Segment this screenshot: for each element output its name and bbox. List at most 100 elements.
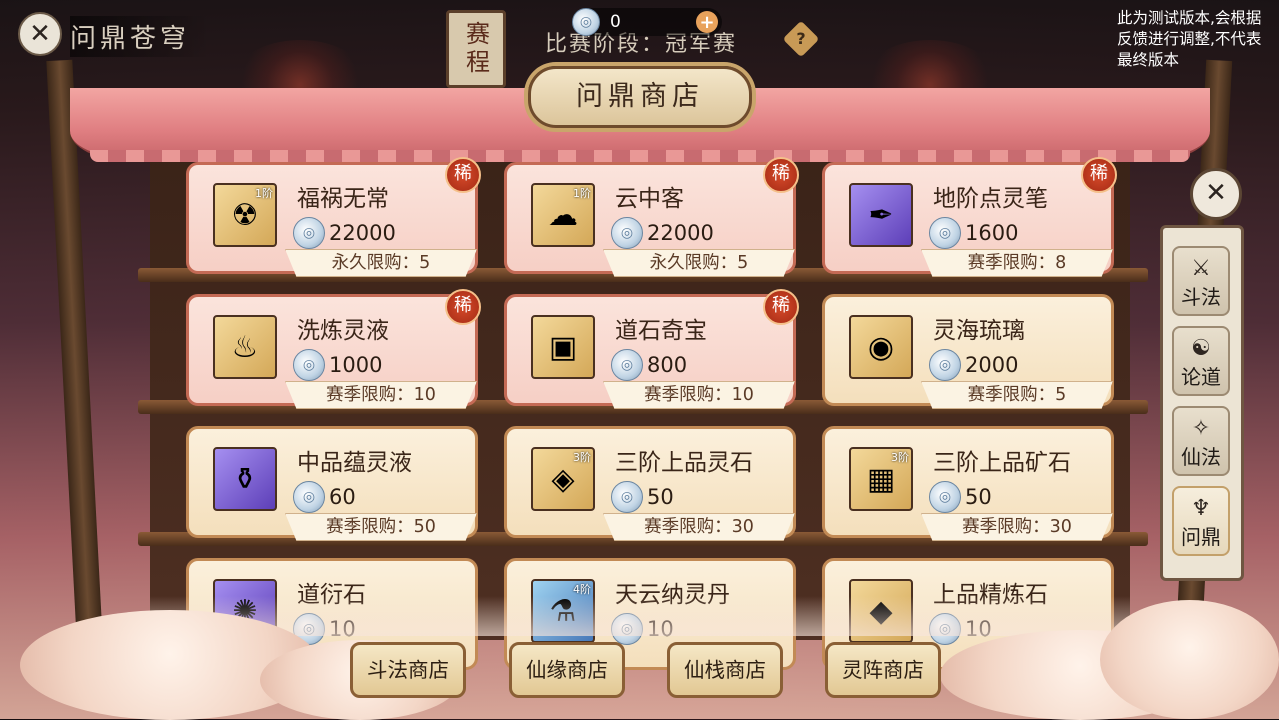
shop-item-card[interactable]: ◉ 灵海琉璃 ◎ 2000 赛季限购：5 xyxy=(822,294,1114,409)
tab-lundao[interactable]: ☯ 论道 xyxy=(1172,326,1230,396)
item-name: 三阶上品矿石 xyxy=(933,450,1071,476)
item-price: 2000 xyxy=(965,353,1019,377)
rare-badge: 稀 xyxy=(1081,157,1117,193)
price-row: ◎ 2000 xyxy=(929,349,1018,381)
close-x-icon: ✕ xyxy=(29,19,51,49)
rare-badge: 稀 xyxy=(763,289,799,325)
purchase-limit: 赛季限购：10 xyxy=(285,381,477,409)
currency-value: 0 xyxy=(610,12,621,32)
vase-icon: ⚱ xyxy=(213,447,277,511)
item-name: 三阶上品灵石 xyxy=(615,450,753,476)
item-tier: 1阶 xyxy=(573,187,591,200)
page-title: 问鼎苍穹 xyxy=(70,16,211,57)
cloud-decoration xyxy=(1100,600,1279,719)
price-row: ◎ 1000 xyxy=(293,349,382,381)
purchase-limit: 赛季限购：30 xyxy=(603,513,795,541)
item-price: 22000 xyxy=(329,221,396,245)
ore-crate-icon: ▦ 3阶 xyxy=(849,447,913,511)
shop-item-card[interactable]: ◈ 3阶 三阶上品灵石 ◎ 50 赛季限购：30 xyxy=(504,426,796,541)
shop-item-card[interactable]: ☢ 1阶 福祸无常 ◎ 22000 永久限购：5 稀 xyxy=(186,157,481,277)
shop-title: 问鼎商店 xyxy=(528,66,752,128)
item-price: 1600 xyxy=(965,221,1019,245)
item-price: 60 xyxy=(329,485,356,509)
item-name: 地阶点灵笔 xyxy=(933,186,1048,212)
shop-item-card[interactable]: ✒ 地阶点灵笔 ◎ 1600 赛季限购：8 稀 xyxy=(822,157,1117,277)
add-currency-button[interactable]: + xyxy=(696,11,718,33)
schedule-button[interactable]: 赛程 xyxy=(446,10,506,88)
spirit-coin-icon: ◎ xyxy=(929,481,961,513)
tab-label: 问鼎 xyxy=(1181,525,1221,549)
shop-item-card[interactable]: ♨ 洗炼灵液 ◎ 1000 赛季限购：10 稀 xyxy=(186,289,481,409)
shop-item-card[interactable]: ▦ 3阶 三阶上品矿石 ◎ 50 赛季限购：30 xyxy=(822,426,1114,541)
tab-doufa[interactable]: ⚔ 斗法 xyxy=(1172,246,1230,316)
tab-label: 斗法 xyxy=(1181,285,1221,309)
purchase-limit: 赛季限购：8 xyxy=(921,249,1113,277)
rare-badge: 稀 xyxy=(763,157,799,193)
item-name: 云中客 xyxy=(615,186,684,212)
xianzhan-shop-button[interactable]: 仙栈商店 xyxy=(667,642,783,698)
price-row: ◎ 50 xyxy=(611,481,674,513)
spirit-coin-icon: ◎ xyxy=(572,8,600,36)
close-button[interactable]: ✕ xyxy=(1190,168,1242,220)
spirit-coin-icon: ◎ xyxy=(293,349,325,381)
xianyuan-shop-button[interactable]: 仙缘商店 xyxy=(509,642,625,698)
test-version-notice: 此为测试版本,会根据反馈进行调整,不代表最终版本 xyxy=(1117,9,1262,69)
item-name: 福祸无常 xyxy=(297,186,389,212)
brush-icon: ✒ xyxy=(849,183,913,247)
wending-icon: ♆ xyxy=(1191,496,1211,521)
close-x-icon: ✕ xyxy=(1205,178,1227,208)
lingzhen-shop-button[interactable]: 灵阵商店 xyxy=(825,642,941,698)
debate-icon: ☯ xyxy=(1191,336,1211,361)
back-button[interactable]: ✕ xyxy=(18,12,62,56)
purchase-limit: 永久限购：5 xyxy=(603,249,795,277)
item-price: 22000 xyxy=(647,221,714,245)
item-tier: 3阶 xyxy=(891,451,909,464)
shop-item-card[interactable]: ☁ 1阶 云中客 ◎ 22000 永久限购：5 稀 xyxy=(504,157,799,277)
item-name: 道石奇宝 xyxy=(615,318,707,344)
spirit-coin-icon: ◎ xyxy=(929,217,961,249)
spirit-coin-icon: ◎ xyxy=(293,481,325,513)
item-price: 50 xyxy=(965,485,992,509)
spirit-coin-icon: ◎ xyxy=(611,481,643,513)
talisman-icon: ☢ 1阶 xyxy=(213,183,277,247)
canopy-fringe xyxy=(90,150,1190,162)
pearl-icon: ◉ xyxy=(849,315,913,379)
cloud-guest-icon: ☁ 1阶 xyxy=(531,183,595,247)
item-name: 中品蕴灵液 xyxy=(297,450,412,476)
item-price: 50 xyxy=(647,485,674,509)
grid-fade xyxy=(150,596,1130,636)
spirit-coin-icon: ◎ xyxy=(293,217,325,249)
price-row: ◎ 22000 xyxy=(293,217,396,249)
gourd-icon: ♨ xyxy=(213,315,277,379)
item-tier: 4阶 xyxy=(573,583,591,596)
tab-label: 仙法 xyxy=(1181,445,1221,469)
tab-label: 论道 xyxy=(1181,365,1221,389)
tab-wending[interactable]: ♆ 问鼎 xyxy=(1172,486,1230,556)
immortal-art-icon: ✧ xyxy=(1191,416,1211,441)
question-icon: ? xyxy=(796,29,806,48)
shop-item-card[interactable]: ▣ 道石奇宝 ◎ 800 赛季限购：10 稀 xyxy=(504,289,799,409)
item-tier: 3阶 xyxy=(573,451,591,464)
purchase-limit: 永久限购：5 xyxy=(285,249,477,277)
price-row: ◎ 22000 xyxy=(611,217,714,249)
spirit-coin-icon: ◎ xyxy=(611,217,643,249)
purchase-limit: 赛季限购：30 xyxy=(921,513,1113,541)
help-button[interactable]: ? xyxy=(782,20,820,58)
rare-badge: 稀 xyxy=(445,289,481,325)
spirit-coin-icon: ◎ xyxy=(611,349,643,381)
item-name: 灵海琉璃 xyxy=(933,318,1025,344)
price-row: ◎ 800 xyxy=(611,349,687,381)
treasure-chest-icon: ▣ xyxy=(531,315,595,379)
item-price: 800 xyxy=(647,353,688,377)
price-row: ◎ 60 xyxy=(293,481,356,513)
purchase-limit: 赛季限购：50 xyxy=(285,513,477,541)
purchase-limit: 赛季限购：5 xyxy=(921,381,1113,409)
price-row: ◎ 50 xyxy=(929,481,992,513)
spirit-stone-chest-icon: ◈ 3阶 xyxy=(531,447,595,511)
doufa-shop-button[interactable]: 斗法商店 xyxy=(350,642,466,698)
item-tier: 1阶 xyxy=(255,187,273,200)
price-row: ◎ 1600 xyxy=(929,217,1018,249)
tab-xianfa[interactable]: ✧ 仙法 xyxy=(1172,406,1230,476)
duel-icon: ⚔ xyxy=(1191,256,1211,281)
shop-item-card[interactable]: ⚱ 中品蕴灵液 ◎ 60 赛季限购：50 xyxy=(186,426,478,541)
